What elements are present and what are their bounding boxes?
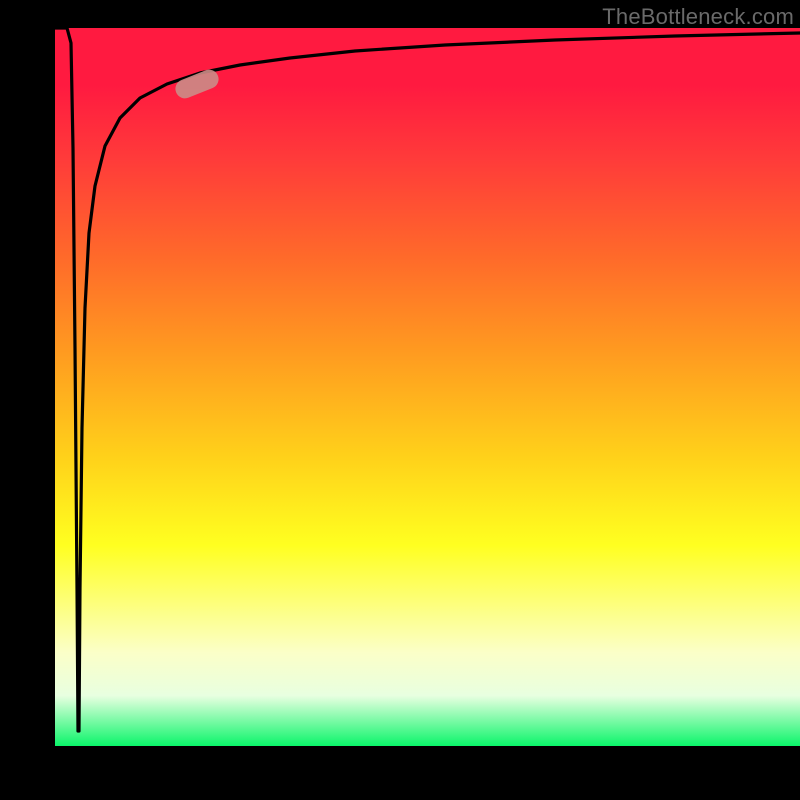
chart-frame: TheBottleneck.com: [0, 0, 800, 800]
curve-layer: [55, 28, 800, 746]
bottleneck-curve: [55, 28, 800, 731]
watermark-text: TheBottleneck.com: [602, 4, 794, 30]
plot-area: [55, 28, 800, 746]
